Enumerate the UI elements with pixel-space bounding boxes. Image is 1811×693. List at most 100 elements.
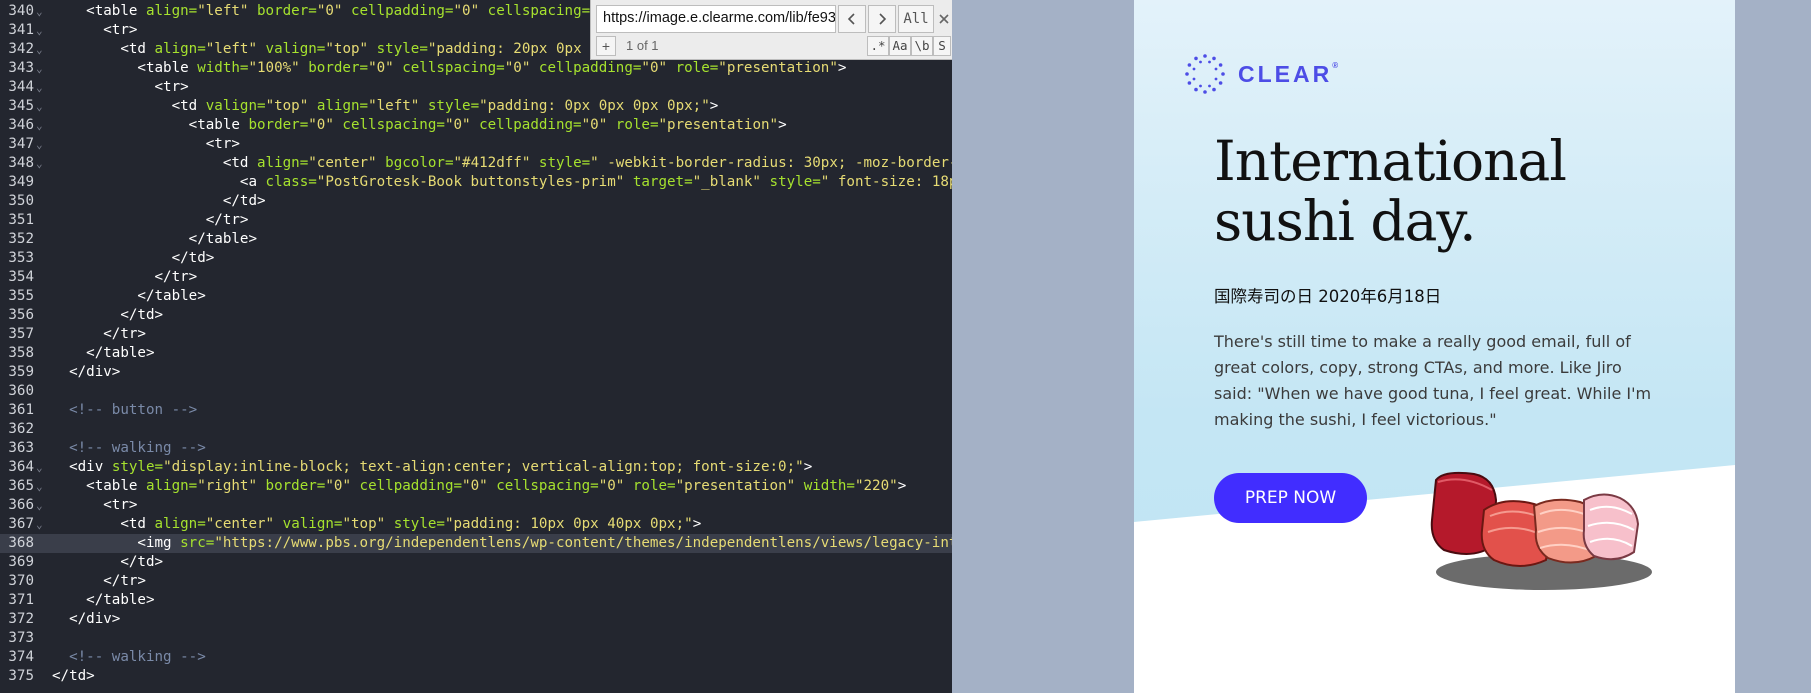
fold-chevron-icon[interactable]: ⌄: [36, 21, 46, 40]
code-line[interactable]: 365 ⌄ <table align="right" border="0" cel…: [0, 477, 952, 496]
find-selection-toggle[interactable]: S: [933, 36, 951, 56]
code-line[interactable]: 352 </table>: [0, 230, 952, 249]
line-number: 374: [8, 649, 34, 665]
code-token: cellpadding=: [470, 117, 582, 133]
code-token: <!-- walking -->: [69, 440, 206, 456]
code-line[interactable]: 361 <!-- button -->: [0, 401, 952, 420]
code-token: "0": [581, 117, 608, 133]
find-regex-toggle[interactable]: .*: [867, 36, 889, 56]
code-line[interactable]: 358 </table>: [0, 344, 952, 363]
fold-chevron-icon[interactable]: ⌄: [36, 458, 46, 477]
code-text: </div>: [52, 610, 120, 629]
email-preview-pane[interactable]: CLEAR® International sushi day. 国際寿司の日 2…: [952, 0, 1811, 693]
code-line[interactable]: 348 ⌄ <td align="center" bgcolor="#412dff…: [0, 154, 952, 173]
code-line[interactable]: 360: [0, 382, 952, 401]
code-line[interactable]: 371 </table>: [0, 591, 952, 610]
code-token: "top": [265, 98, 309, 114]
line-number: 344: [8, 79, 34, 95]
code-text: <tr>: [52, 78, 189, 97]
code-line[interactable]: 347 ⌄ <tr>: [0, 135, 952, 154]
fold-chevron-icon[interactable]: ⌄: [36, 40, 46, 59]
fold-chevron-icon[interactable]: ⌄: [36, 78, 46, 97]
find-case-toggle[interactable]: Aa: [889, 36, 911, 56]
line-number: 368: [8, 535, 34, 551]
find-close-button[interactable]: [936, 5, 952, 33]
code-line[interactable]: 353 </td>: [0, 249, 952, 268]
code-line[interactable]: 370 </tr>: [0, 572, 952, 591]
find-all-button[interactable]: All: [898, 5, 934, 33]
fold-chevron-icon[interactable]: ⌄: [36, 2, 46, 21]
code-token: cellpadding=: [350, 478, 463, 494]
fold-chevron-icon[interactable]: ⌄: [36, 116, 46, 135]
code-text: <div style="display:inline-block; text-a…: [52, 458, 812, 477]
code-line[interactable]: 343 ⌄ <table width="100%" border="0" cell…: [0, 59, 952, 78]
code-line[interactable]: 349 <a class="PostGrotesk-Book buttonsty…: [0, 173, 952, 192]
code-line[interactable]: 344 ⌄ <tr>: [0, 78, 952, 97]
code-token: style=: [368, 41, 428, 57]
fold-chevron-icon[interactable]: ⌄: [36, 97, 46, 116]
code-token: align=: [145, 3, 198, 19]
line-number: 371: [8, 592, 34, 608]
code-line[interactable]: 369 </td>: [0, 553, 952, 572]
find-add-button[interactable]: +: [596, 36, 616, 56]
code-token: align=: [154, 516, 206, 532]
code-line[interactable]: 357 </tr>: [0, 325, 952, 344]
fold-chevron-icon[interactable]: ⌄: [36, 135, 46, 154]
code-line[interactable]: 362: [0, 420, 952, 439]
code-text: <table width="100%" border="0" cellspaci…: [52, 59, 846, 78]
code-line[interactable]: 368 <img src="https://www.pbs.org/indepe…: [0, 534, 952, 553]
code-line[interactable]: 359 </div>: [0, 363, 952, 382]
find-previous-button[interactable]: [838, 5, 866, 33]
code-line[interactable]: 363 <!-- walking -->: [0, 439, 952, 458]
line-number: 370: [8, 573, 34, 589]
find-next-button[interactable]: [868, 5, 896, 33]
code-line[interactable]: 367 ⌄ <td align="center" valign="top" sty…: [0, 515, 952, 534]
code-line[interactable]: 372 </div>: [0, 610, 952, 629]
code-token: <tr>: [103, 22, 138, 38]
find-word-toggle[interactable]: \b: [911, 36, 933, 56]
code-line[interactable]: 366 ⌄ <tr>: [0, 496, 952, 515]
code-token: align=: [308, 98, 369, 114]
fold-chevron-icon[interactable]: ⌄: [36, 477, 46, 496]
code-line[interactable]: 364 ⌄ <div style="display:inline-block; t…: [0, 458, 952, 477]
code-line[interactable]: 350 </td>: [0, 192, 952, 211]
code-line[interactable]: 356 </td>: [0, 306, 952, 325]
prep-now-button[interactable]: PREP NOW: [1214, 473, 1367, 523]
code-line[interactable]: 374 <!-- walking -->: [0, 648, 952, 667]
code-token: "0": [308, 117, 334, 133]
fold-chevron-icon[interactable]: ⌄: [36, 515, 46, 534]
code-line[interactable]: 355 </table>: [0, 287, 952, 306]
fold-chevron-icon[interactable]: ⌄: [36, 154, 46, 173]
code-token: <td: [171, 98, 206, 114]
code-line[interactable]: 345 ⌄ <td valign="top" align="left" style…: [0, 97, 952, 116]
code-token: <tr>: [103, 497, 138, 513]
find-input[interactable]: https://image.e.clearme.com/lib/fe93: [596, 5, 836, 33]
code-line[interactable]: 373: [0, 629, 952, 648]
code-token: cellspacing=: [333, 117, 445, 133]
code-token: <table: [86, 478, 146, 494]
code-token: </td>: [171, 250, 215, 266]
code-token: >: [709, 98, 719, 114]
code-token: <table: [188, 117, 249, 133]
code-line[interactable]: 354 </tr>: [0, 268, 952, 287]
code-token: <table: [86, 3, 146, 19]
code-line[interactable]: 346 ⌄ <table border="0" cellspacing="0" c…: [0, 116, 952, 135]
code-token: "padding: 10px 0px 40px 0px;": [444, 516, 693, 532]
code-line[interactable]: 351 </tr>: [0, 211, 952, 230]
code-token: "0": [453, 3, 480, 19]
fold-chevron-icon[interactable]: ⌄: [36, 59, 46, 78]
code-token: <td: [222, 155, 258, 171]
code-editor[interactable]: 340 ⌄ <table align="left" border="0" cell…: [0, 0, 952, 693]
code-line[interactable]: 375 </td>: [0, 667, 952, 686]
code-token: "left": [368, 98, 420, 114]
fold-chevron-icon[interactable]: ⌄: [36, 496, 46, 515]
code-token: cellspacing=: [393, 60, 505, 76]
code-text: <!-- walking -->: [52, 648, 206, 667]
